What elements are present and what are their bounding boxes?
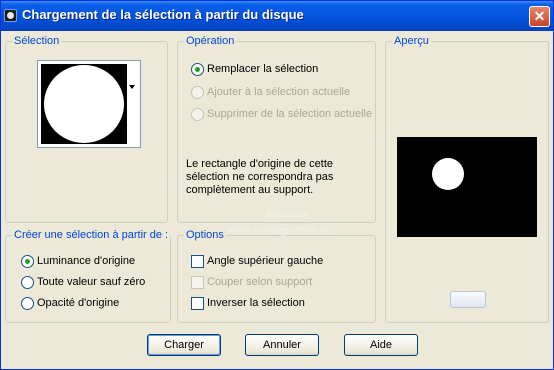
operation-note-line2: sélection ne correspondra pas [186, 171, 334, 183]
checkbox-top-left-corner[interactable] [191, 255, 204, 268]
create-from-legend: Créer une sélection à partir de : [14, 229, 169, 241]
radio-non-zero[interactable] [21, 276, 34, 289]
selection-thumbnail-dropdown[interactable] [37, 60, 141, 148]
load-button[interactable]: Charger [147, 334, 221, 356]
operation-legend: Opération [186, 35, 235, 47]
radio-opacity-label[interactable]: Opacité d'origine [37, 297, 119, 309]
dialog-title: Chargement de la sélection à partir du d… [22, 7, 304, 22]
chevron-down-icon[interactable] [129, 85, 135, 89]
operation-note-line3: complètement au support. [186, 184, 314, 196]
thumbnail-circle [44, 65, 124, 143]
cancel-button[interactable]: Annuler [245, 334, 319, 356]
radio-add[interactable] [191, 86, 204, 99]
checkbox-crop-to-canvas[interactable] [191, 276, 204, 289]
radio-replace-label[interactable]: Remplacer la sélection [207, 63, 318, 75]
preview-legend: Aperçu [394, 35, 429, 47]
close-button[interactable]: ✕ [529, 6, 550, 27]
preview-zoom-button[interactable] [450, 291, 486, 308]
title-bar[interactable]: Chargement de la sélection à partir du d… [1, 1, 553, 31]
checkbox-top-left-corner-label[interactable]: Angle supérieur gauche [207, 255, 323, 267]
checkbox-crop-to-canvas-label[interactable]: Couper selon support [207, 276, 312, 288]
radio-subtract-label[interactable]: Supprimer de la sélection actuelle [207, 108, 372, 120]
checkbox-invert-selection-label[interactable]: Inverser la sélection [207, 297, 305, 309]
radio-add-label[interactable]: Ajouter à la sélection actuelle [207, 86, 350, 98]
help-button[interactable]: Aide [344, 334, 418, 356]
radio-luminance-label[interactable]: Luminance d'origine [37, 255, 135, 267]
radio-subtract[interactable] [191, 108, 204, 121]
radio-luminance[interactable] [21, 255, 34, 268]
selection-legend: Sélection [14, 35, 60, 47]
app-icon [4, 9, 17, 22]
selection-thumbnail [41, 64, 127, 144]
preview-circle [432, 158, 464, 190]
checkbox-invert-selection[interactable] [191, 297, 204, 310]
preview-canvas [397, 137, 537, 237]
radio-replace[interactable] [191, 63, 204, 76]
options-legend: Options [186, 229, 224, 241]
operation-note-line1: Le rectangle d'origine de cette [186, 158, 334, 170]
dialog-window: Chargement de la sélection à partir du d… [0, 0, 554, 370]
radio-opacity[interactable] [21, 297, 34, 310]
radio-non-zero-label[interactable]: Toute valeur sauf zéro [37, 276, 145, 288]
